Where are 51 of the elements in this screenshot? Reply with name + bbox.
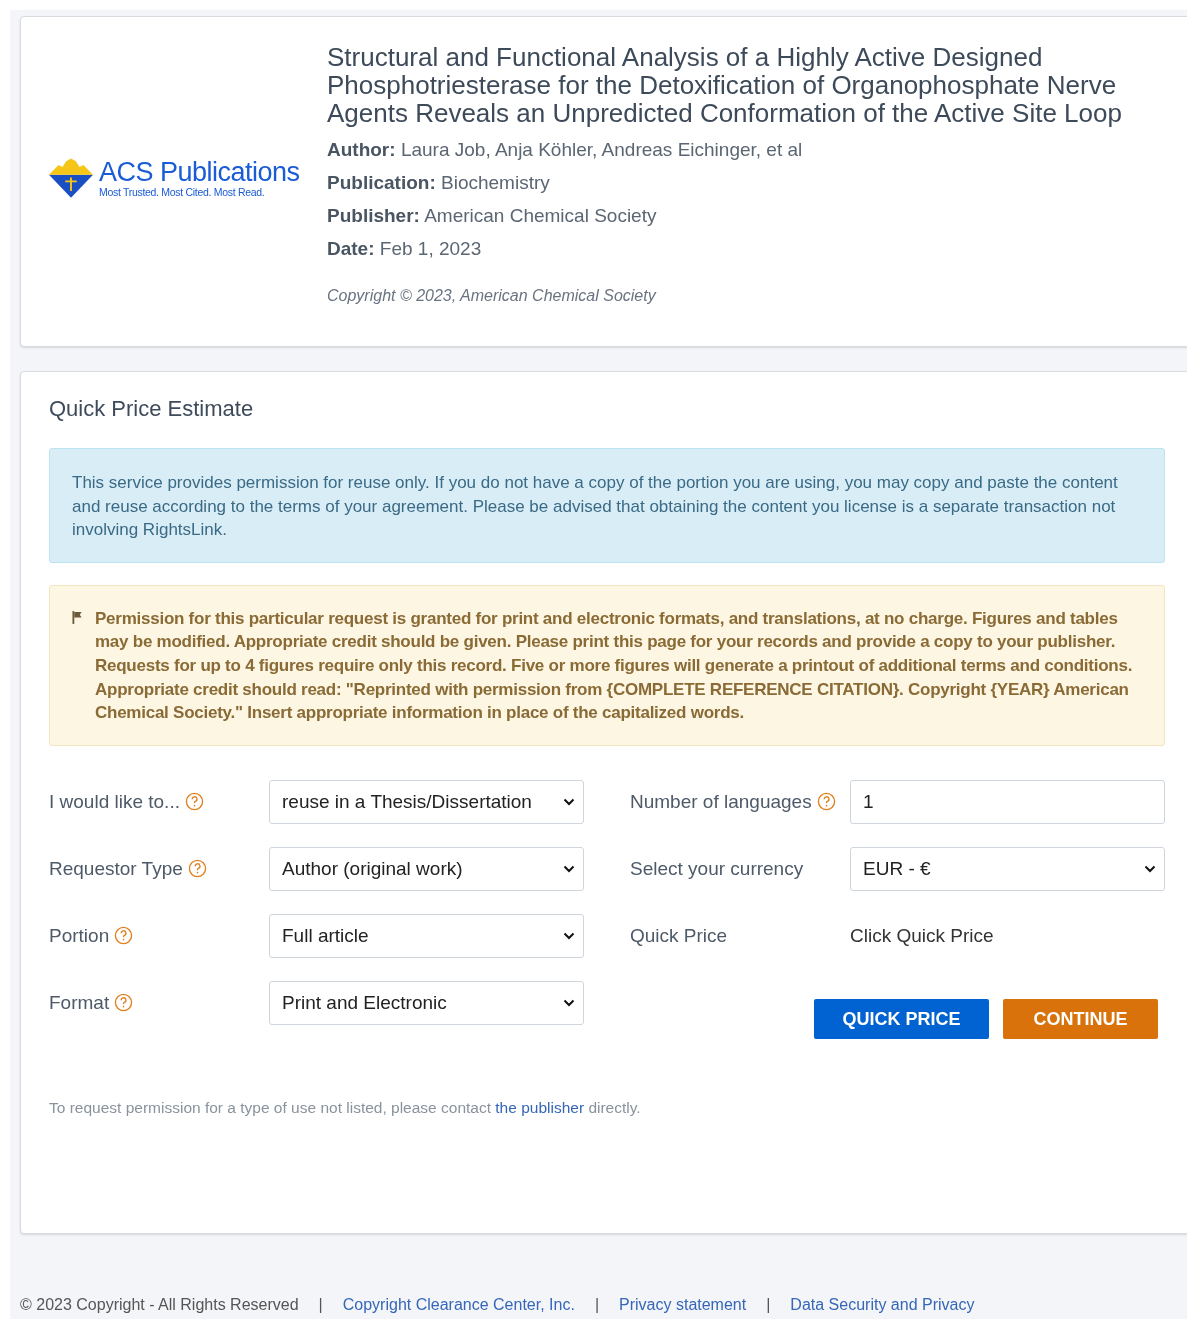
notice-text: Permission for this particular request is granted for print and electronic formats, and translations, at no charge. Figures and tables may be modified. Appropriate credit should be given. Please print this page for your records and provide a copy to your publisher. Requests for up to 4 figures require only this record. Five or more figures will generate a printout of additional terms and conditions. Appropriate credit should read: "Reprinted with permission from {COMPLETE REFERENCE CITATION}. Copyright {YEAR} American Chemical Society." Insert appropriate information in place of the capitalized words. xyxy=(95,607,1134,725)
flag-icon xyxy=(72,610,83,624)
detail-value: American Chemical Society xyxy=(424,205,657,226)
section-title: Quick Price Estimate xyxy=(49,396,255,422)
detail-value: Laura Job, Anja Köhler, Andreas Eichinger, et al xyxy=(400,139,803,160)
footer-link[interactable]: Copyright Clearance Center, Inc. xyxy=(342,1296,575,1314)
dropdown[interactable]: EUR - € xyxy=(850,846,1165,891)
field-label: Quick Price xyxy=(630,924,728,947)
article-title: Structural and Functional Analysis of a Highly Active Designed Phosphotriesterase for the Detoxification of Organophosphate Nerve Agents Reveals an Unpredicted Conformation of the Active Site Loop xyxy=(327,43,1123,127)
dropdown[interactable]: Full article xyxy=(269,913,584,958)
chevron-icon xyxy=(563,998,575,1007)
field-label: Requestor Type xyxy=(49,857,183,880)
logo-tagline: Most Trusted. Most Cited. Most Read. xyxy=(99,186,266,198)
separator: | xyxy=(318,1296,323,1314)
help-icon[interactable] xyxy=(184,792,204,811)
help-icon[interactable] xyxy=(114,993,134,1012)
field-label: Select your currency xyxy=(630,857,804,880)
detail-value: Biochemistry xyxy=(441,172,550,193)
chevron-icon xyxy=(563,931,575,940)
input-field[interactable]: 1 xyxy=(850,779,1165,824)
dropdown[interactable]: Print and Electronic xyxy=(269,980,584,1025)
chevron-icon xyxy=(1144,864,1156,873)
dropdown[interactable]: Author (original work) xyxy=(269,846,584,891)
chevron-icon xyxy=(563,864,575,873)
logo-icon xyxy=(49,157,93,199)
price-value: Click Quick Price xyxy=(850,924,994,947)
copyright-text: Copyright © 2023, American Chemical Society xyxy=(327,287,658,305)
dropdown[interactable]: reuse in a Thesis/Dissertation xyxy=(269,779,584,824)
field-label: I would like to... xyxy=(49,790,180,813)
detail-label: Publication: xyxy=(327,172,436,193)
separator: | xyxy=(594,1296,600,1314)
contact-note: To request permission for a type of use not listed, please contact the publisher directly. xyxy=(49,1099,642,1117)
field-label: Format xyxy=(49,991,110,1014)
detail-label: Author: xyxy=(327,139,396,160)
publisher-link[interactable]: the publisher xyxy=(495,1099,585,1116)
footer-link[interactable]: Privacy statement xyxy=(619,1296,747,1314)
detail-value: Feb 1, 2023 xyxy=(379,238,482,259)
footer-link[interactable]: Data Security and Privacy xyxy=(790,1296,975,1314)
help-icon[interactable] xyxy=(816,792,836,811)
help-icon[interactable] xyxy=(187,859,207,878)
footer-copyright: © 2023 Copyright - All Rights Reserved xyxy=(20,1296,299,1314)
logo-name: ACS Publications xyxy=(99,158,300,186)
field-label: Number of languages xyxy=(630,790,812,813)
help-icon[interactable] xyxy=(114,926,134,945)
quick-price-button[interactable]: QUICK PRICE xyxy=(814,999,989,1039)
chevron-icon xyxy=(563,797,575,806)
detail-label: Publisher: xyxy=(327,205,420,226)
separator: | xyxy=(766,1296,771,1314)
info-message: This service provides permission for reuse only. If you do not have a copy of the portion you are using, you may copy and paste the content and reuse according to the terms of your agreement. Please be advised that obtaining the content you license is a separate transaction not involving RightsLink. xyxy=(49,448,1165,563)
field-label: Portion xyxy=(49,924,110,947)
detail-label: Date: xyxy=(327,238,375,259)
